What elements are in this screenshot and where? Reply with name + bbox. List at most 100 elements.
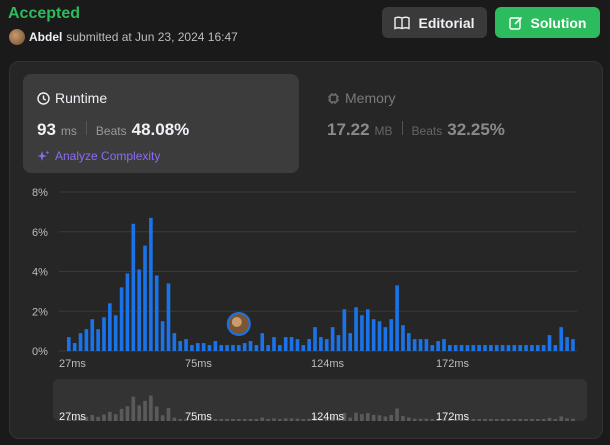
chart-bar [442, 339, 446, 351]
chart-bar [295, 339, 300, 351]
overview-bar [260, 417, 265, 421]
overview-bar [219, 419, 224, 421]
runtime-distribution-chart[interactable]: 8% 6% 4% 2% 0% 27ms 75ms 124ms 172ms 27ms 75ms 12… [10, 62, 602, 438]
overview-bar [559, 416, 564, 421]
avatar[interactable] [9, 29, 25, 45]
overview-bar [512, 419, 517, 421]
overview-bar [289, 418, 294, 421]
chart-bar [172, 333, 177, 351]
chart-bar [389, 319, 394, 351]
y-tick-label: 0% [32, 346, 48, 358]
chart-bar [207, 345, 212, 351]
overview-tick-label: 75ms [185, 411, 212, 423]
overview-bar [96, 416, 100, 421]
chart-bar [553, 345, 558, 351]
overview-bar [102, 414, 106, 421]
overview-bar [254, 419, 259, 421]
overview-bar [301, 419, 306, 421]
overview-bar [530, 419, 534, 421]
overview-tick-label: 27ms [59, 411, 86, 423]
overview-bar [160, 415, 165, 421]
chart-bar [535, 345, 540, 351]
overview-bar [365, 413, 370, 421]
overview-bar [178, 419, 183, 421]
book-icon [394, 16, 411, 30]
chart-bar [242, 343, 247, 351]
chart-bar [571, 339, 575, 351]
chart-bar [67, 337, 71, 351]
chart-bar [84, 329, 89, 351]
overview-bar [383, 416, 388, 421]
overview-bar [108, 411, 112, 421]
chart-bar [102, 317, 106, 351]
chart-bar [383, 327, 388, 351]
chart-bar [342, 309, 347, 351]
chart-bar [72, 343, 77, 351]
chart-bar [301, 345, 306, 351]
overview-bar [213, 419, 218, 421]
chart-bar [483, 345, 487, 351]
chart-bar [518, 345, 523, 351]
overview-bar [395, 408, 399, 421]
overview-bar [283, 418, 288, 421]
overview-bar [137, 405, 141, 421]
chart-bar [506, 345, 511, 351]
solution-label: Solution [530, 14, 587, 31]
overview-bar [119, 408, 124, 421]
overview-tick-label: 172ms [436, 411, 470, 423]
chart-bar [283, 337, 288, 351]
chart-bar [412, 339, 417, 351]
chart-bar [360, 315, 364, 351]
chart-bar [266, 345, 270, 351]
solution-button[interactable]: Solution [495, 7, 600, 38]
overview-bar [360, 414, 364, 421]
chart-bar [547, 335, 552, 351]
overview-bar [266, 419, 270, 421]
overview-bar [154, 406, 159, 421]
chart-bar [448, 345, 452, 351]
y-tick-label: 2% [32, 306, 48, 318]
chart-bar [377, 321, 382, 351]
editorial-label: Editorial [418, 14, 475, 31]
username-link[interactable]: Abdel [29, 30, 62, 44]
overview-bar [430, 419, 435, 421]
chart-bar [78, 333, 83, 351]
chart-bar [371, 319, 376, 351]
overview-bar [389, 414, 394, 421]
chart-bar [565, 337, 569, 351]
overview-bar [506, 419, 511, 421]
overview-bar [407, 417, 411, 421]
status-label: Accepted [8, 5, 81, 22]
overview-bar [125, 406, 130, 421]
overview-bar [412, 418, 417, 421]
chart-bar [108, 303, 112, 351]
overview-bar [489, 419, 493, 421]
overview-bar [401, 416, 405, 421]
editorial-button[interactable]: Editorial [382, 7, 487, 38]
submitted-text: submitted at Jun 23, 2024 16:47 [66, 30, 238, 44]
chart-bar [330, 327, 335, 351]
overview-bar [248, 419, 253, 421]
chart-bar [401, 325, 405, 351]
chart-bar [272, 337, 276, 351]
chart-bar [154, 275, 159, 351]
chart-bar [407, 333, 411, 351]
chart-bar [324, 339, 329, 351]
chart-bar [336, 335, 341, 351]
chart-bar [248, 341, 253, 351]
chart-bar [260, 333, 265, 351]
x-tick-label: 27ms [59, 358, 86, 370]
overview-bar [524, 419, 528, 421]
x-tick-label: 75ms [185, 358, 212, 370]
chart-bar [90, 319, 95, 351]
chart-bar [131, 223, 136, 351]
overview-bar [131, 396, 136, 421]
overview-bar [143, 400, 147, 421]
chart-bar [137, 269, 141, 351]
overview-bar [354, 412, 358, 421]
overview-bar [553, 419, 558, 421]
chart-bar [430, 345, 435, 351]
overview-bar [377, 415, 382, 421]
chart-bar [195, 343, 200, 351]
chart-bar [213, 341, 218, 351]
